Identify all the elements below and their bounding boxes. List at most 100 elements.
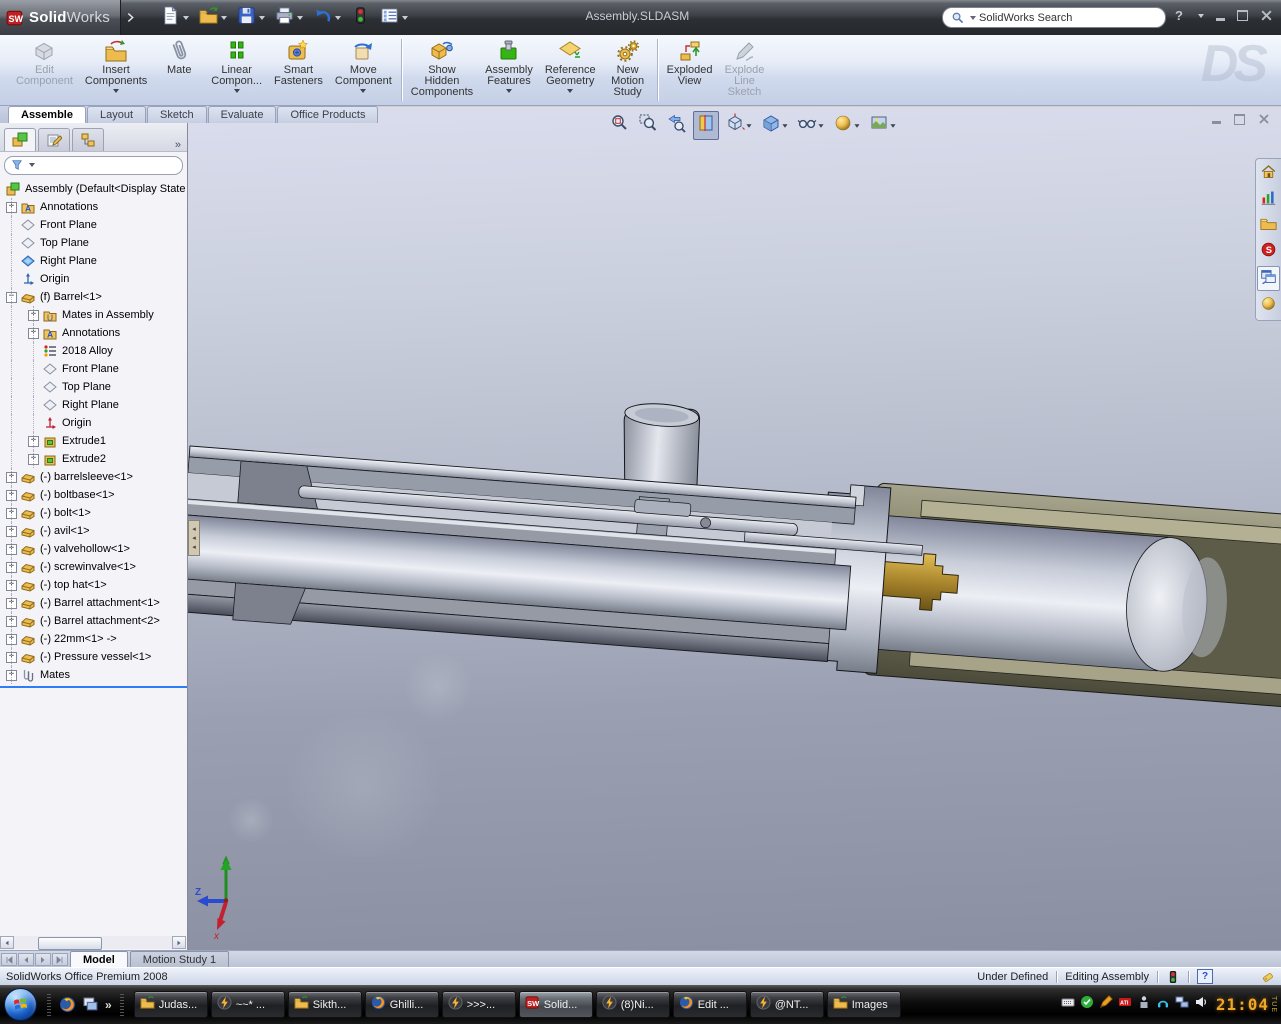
tab-motion-study-1[interactable]: Motion Study 1 bbox=[130, 951, 229, 967]
options-dropdown-icon[interactable] bbox=[402, 16, 408, 20]
hide-show-items-dropdown-icon[interactable] bbox=[818, 124, 823, 127]
display-style-dropdown-icon[interactable] bbox=[782, 124, 787, 127]
tab-sketch[interactable]: Sketch bbox=[147, 106, 207, 123]
new-motion-study-button[interactable]: New Motion Study bbox=[602, 35, 654, 105]
tree-item-right-plane[interactable]: Right Plane bbox=[0, 252, 187, 270]
assembly-section-model[interactable] bbox=[188, 107, 1281, 950]
tab-evaluate[interactable]: Evaluate bbox=[208, 106, 277, 123]
save-dropdown-icon[interactable] bbox=[259, 16, 265, 20]
doc-restore-button[interactable] bbox=[1234, 114, 1245, 125]
tree-item-screwinvalve-1[interactable]: +(-) screwinvalve<1> bbox=[0, 558, 187, 576]
tab-scroll-first-button[interactable] bbox=[1, 953, 17, 966]
taskbar-edit[interactable]: Edit ... bbox=[673, 991, 747, 1018]
tab-layout[interactable]: Layout bbox=[87, 106, 146, 123]
view-orientation-dropdown-icon[interactable] bbox=[746, 124, 751, 127]
tree-item-annotations[interactable]: +AAnnotations bbox=[0, 324, 187, 342]
qa-open-button[interactable] bbox=[196, 4, 230, 32]
tab-scroll-next-button[interactable] bbox=[35, 953, 51, 966]
search-input[interactable]: SolidWorks Search bbox=[942, 7, 1166, 28]
linear-compon-button[interactable]: Linear Compon... bbox=[205, 35, 268, 105]
show-desktop-icon[interactable] bbox=[82, 996, 99, 1013]
doc-minimize-button[interactable] bbox=[1212, 121, 1221, 124]
minimize-button[interactable] bbox=[1216, 18, 1225, 21]
toolbar-grip[interactable] bbox=[47, 994, 51, 1016]
restore-button[interactable] bbox=[1237, 10, 1248, 21]
graphics-viewport[interactable]: S ◂◂◂ Z x bbox=[188, 107, 1281, 950]
ati-tray-icon[interactable]: ATI bbox=[1118, 995, 1132, 1014]
tree-item-extrude1[interactable]: +Extrude1 bbox=[0, 432, 187, 450]
tree-item-annotations[interactable]: +AAnnotations bbox=[0, 198, 187, 216]
tab-scroll-last-button[interactable] bbox=[52, 953, 68, 966]
tag-icon[interactable] bbox=[1261, 970, 1275, 984]
taskbar-ghilli[interactable]: Ghilli... bbox=[365, 991, 439, 1018]
tree-item-valvehollow-1[interactable]: +(-) valvehollow<1> bbox=[0, 540, 187, 558]
keyboard-tray-icon[interactable] bbox=[1061, 995, 1075, 1014]
tree-item-origin[interactable]: Origin bbox=[0, 270, 187, 288]
taskbar-item[interactable]: >>>... bbox=[442, 991, 516, 1018]
library-taskpane-button[interactable] bbox=[1258, 214, 1279, 237]
quicklaunch-overflow-chevron[interactable]: » bbox=[105, 998, 112, 1012]
move-component-button[interactable]: Move Component bbox=[329, 35, 398, 105]
tree-item-pressure-vessel-1[interactable]: +(-) Pressure vessel<1> bbox=[0, 648, 187, 666]
scroll-left-button[interactable] bbox=[0, 936, 14, 949]
view-orientation-button[interactable] bbox=[722, 111, 755, 140]
quick-tips-button[interactable]: ? bbox=[1197, 969, 1213, 984]
tree-item-bolt-1[interactable]: +(-) bolt<1> bbox=[0, 504, 187, 522]
print-dropdown-icon[interactable] bbox=[297, 16, 303, 20]
tree-item-front-plane[interactable]: Front Plane bbox=[0, 360, 187, 378]
tab-assemble[interactable]: Assemble bbox=[8, 106, 86, 123]
insert-components-dropdown-icon[interactable] bbox=[113, 89, 119, 93]
usb-tray-icon[interactable] bbox=[1137, 995, 1151, 1014]
reference-geometry-button[interactable]: Reference Geometry bbox=[539, 35, 602, 105]
panel-splitter-handle[interactable]: ◂◂◂ bbox=[188, 520, 200, 556]
tree-item-avil-1[interactable]: +(-) avil<1> bbox=[0, 522, 187, 540]
antivirus-tray-icon[interactable] bbox=[1080, 995, 1094, 1014]
reference-geometry-dropdown-icon[interactable] bbox=[567, 89, 573, 93]
feature-manager-tab[interactable] bbox=[4, 128, 36, 151]
zoom-to-fit-button[interactable] bbox=[606, 111, 632, 140]
undo-dropdown-icon[interactable] bbox=[335, 16, 341, 20]
tablet-pen-tray-icon[interactable] bbox=[1099, 995, 1113, 1014]
tree-item-top-plane[interactable]: Top Plane bbox=[0, 234, 187, 252]
configuration-manager-tab[interactable] bbox=[72, 128, 104, 151]
apply-scene-dropdown-icon[interactable] bbox=[890, 124, 895, 127]
insert-components-button[interactable]: Insert Components bbox=[79, 35, 153, 105]
start-button[interactable] bbox=[4, 988, 37, 1021]
display-style-button[interactable] bbox=[758, 111, 791, 140]
qa-new-doc-button[interactable] bbox=[158, 4, 192, 32]
open-dropdown-icon[interactable] bbox=[221, 16, 227, 20]
taskbar-clock[interactable]: 21:04 bbox=[1216, 995, 1269, 1014]
tree-item-barrel-attachment-2[interactable]: +(-) Barrel attachment<2> bbox=[0, 612, 187, 630]
assembly-features-dropdown-icon[interactable] bbox=[506, 89, 512, 93]
tree-horizontal-scrollbar[interactable] bbox=[0, 936, 186, 949]
smart-fasteners-button[interactable]: Smart Fasteners bbox=[268, 35, 329, 105]
assembly-features-button[interactable]: Assembly Features bbox=[479, 35, 539, 105]
resources-taskpane-button[interactable] bbox=[1258, 188, 1279, 211]
show-hidden-components-button[interactable]: Show Hidden Components bbox=[405, 35, 479, 105]
audio-tray-icon[interactable] bbox=[1156, 995, 1170, 1014]
tree-item-mates-in-assembly[interactable]: +Mates in Assembly bbox=[0, 306, 187, 324]
tree-item-origin[interactable]: Origin bbox=[0, 414, 187, 432]
close-button[interactable] bbox=[1260, 9, 1273, 22]
edit-appearance-dropdown-icon[interactable] bbox=[854, 124, 859, 127]
network-tray-icon[interactable] bbox=[1175, 995, 1189, 1014]
tree-item-22mm-1[interactable]: +(-) 22mm<1> -> bbox=[0, 630, 187, 648]
help-button[interactable]: ? bbox=[1175, 8, 1183, 23]
tree-item-right-plane[interactable]: Right Plane bbox=[0, 396, 187, 414]
tree-item-2018-alloy[interactable]: 2018 Alloy bbox=[0, 342, 187, 360]
qa-save-button[interactable] bbox=[234, 4, 268, 32]
new-doc-dropdown-icon[interactable] bbox=[183, 16, 189, 20]
help-dropdown-icon[interactable] bbox=[1198, 14, 1204, 18]
taskbar-8-ni[interactable]: (8)Ni... bbox=[596, 991, 670, 1018]
volume-tray-icon[interactable] bbox=[1194, 995, 1208, 1014]
search-scope-dropdown-icon[interactable] bbox=[970, 16, 976, 20]
qa-undo-button[interactable] bbox=[310, 4, 344, 32]
tab-model[interactable]: Model bbox=[70, 951, 128, 967]
toolbox-taskpane-button[interactable]: S bbox=[1258, 240, 1279, 263]
tree-item-barrelsleeve-1[interactable]: +(-) barrelsleeve<1> bbox=[0, 468, 187, 486]
menu-expand-icon[interactable] bbox=[127, 12, 134, 23]
tree-item-mates[interactable]: +Mates bbox=[0, 666, 187, 684]
firefox-quicklaunch-icon[interactable] bbox=[59, 996, 76, 1013]
hide-show-items-button[interactable] bbox=[794, 111, 827, 140]
taskbar-sikth[interactable]: Sikth... bbox=[288, 991, 362, 1018]
